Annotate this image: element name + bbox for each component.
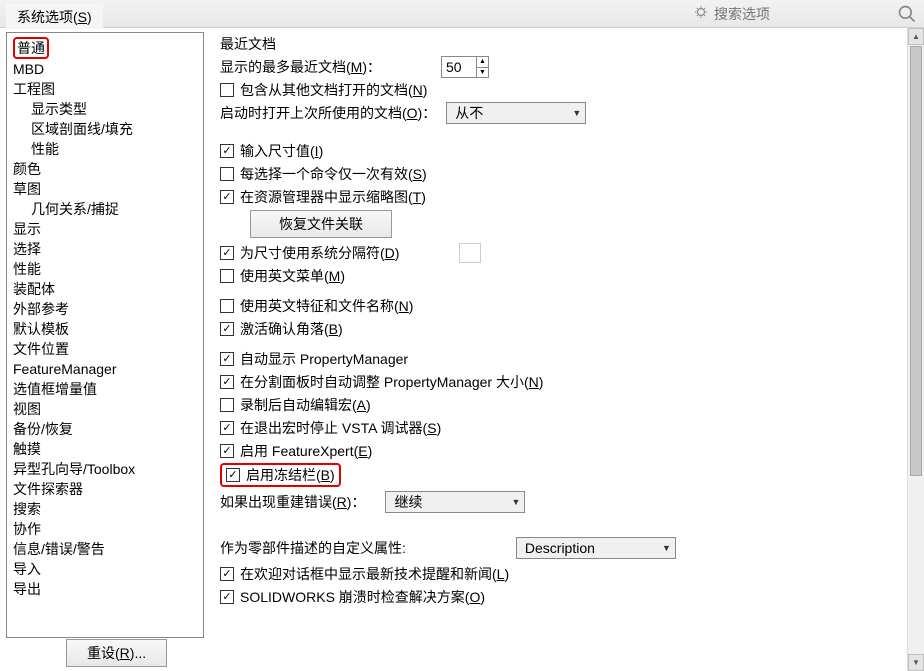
sidebar-item-16[interactable]: FeatureManager <box>9 359 201 379</box>
sidebar-item-2[interactable]: 工程图 <box>9 79 201 99</box>
search-wrap <box>694 3 918 25</box>
sidebar-item-23[interactable]: 搜索 <box>9 499 201 519</box>
sidebar-item-11[interactable]: 性能 <box>9 259 201 279</box>
custom-prop-select[interactable]: Description▼ <box>516 537 676 559</box>
search-input[interactable] <box>712 5 892 23</box>
sidebar-item-6[interactable]: 颜色 <box>9 159 201 179</box>
sidebar-item-3[interactable]: 显示类型 <box>9 99 201 119</box>
sidebar: 普通MBD工程图显示类型区域剖面线/填充性能颜色草图几何关系/捕捉显示选择性能装… <box>6 32 204 638</box>
scroll-up-icon[interactable]: ▲ <box>908 28 924 45</box>
sidebar-item-15[interactable]: 文件位置 <box>9 339 201 359</box>
sidebar-item-8[interactable]: 几何关系/捕捉 <box>9 199 201 219</box>
main-area: 普通MBD工程图显示类型区域剖面线/填充性能颜色草图几何关系/捕捉显示选择性能装… <box>0 28 924 638</box>
sidebar-item-22[interactable]: 文件探索器 <box>9 479 201 499</box>
cb-featurexpert[interactable] <box>220 444 234 458</box>
cb-confirm-corner[interactable] <box>220 322 234 336</box>
cb-auto-property-manager[interactable] <box>220 352 234 366</box>
cb-welcome-news[interactable] <box>220 567 234 581</box>
open-last-row: 启动时打开上次所使用的文档(O)： 从不▼ <box>220 102 914 124</box>
tab-system-options[interactable]: 系统选项(S) <box>6 4 103 29</box>
scroll-down-icon[interactable]: ▼ <box>908 654 924 671</box>
sidebar-item-10[interactable]: 选择 <box>9 239 201 259</box>
open-last-select[interactable]: 从不▼ <box>446 102 586 124</box>
cb-english-menu[interactable] <box>220 269 234 283</box>
chevron-down-icon: ▼ <box>512 497 521 507</box>
sidebar-item-0[interactable]: 普通 <box>9 37 201 59</box>
cb-stop-vsta[interactable] <box>220 421 234 435</box>
sidebar-item-24[interactable]: 协作 <box>9 519 201 539</box>
gear-search-icon <box>694 5 708 22</box>
top-bar: 系统选项(S) <box>0 0 924 28</box>
sidebar-item-12[interactable]: 装配体 <box>9 279 201 299</box>
cb-freeze-bar[interactable] <box>226 468 240 482</box>
sidebar-item-27[interactable]: 导出 <box>9 579 201 599</box>
vertical-scrollbar[interactable]: ▲ ▼ <box>907 28 924 671</box>
scroll-thumb[interactable] <box>910 46 922 476</box>
freeze-bar-highlight: 启用冻结栏(B) <box>220 463 341 487</box>
sidebar-item-5[interactable]: 性能 <box>9 139 201 159</box>
separator-preview <box>459 243 481 263</box>
rebuild-error-select[interactable]: 继续▼ <box>385 491 525 513</box>
open-last-label: 启动时打开上次所使用的文档(O)： <box>220 103 436 123</box>
rebuild-error-label: 如果出现重建错误(R)： <box>220 492 365 512</box>
chevron-down-icon: ▼ <box>572 108 581 118</box>
sidebar-item-1[interactable]: MBD <box>9 59 201 79</box>
spinner-down-icon[interactable]: ▼ <box>477 68 488 78</box>
max-recent-value[interactable] <box>442 57 476 77</box>
cb-english-features[interactable] <box>220 299 234 313</box>
sidebar-item-20[interactable]: 触摸 <box>9 439 201 459</box>
cb-auto-resize-pm[interactable] <box>220 375 234 389</box>
max-recent-row: 显示的最多最近文档(M)： ▲▼ <box>220 56 914 78</box>
recent-docs-title: 最近文档 <box>220 34 914 54</box>
sidebar-item-18[interactable]: 视图 <box>9 399 201 419</box>
reset-button[interactable]: 重设(R)... <box>66 639 167 667</box>
cb-input-dim[interactable] <box>220 144 234 158</box>
cb-show-thumbnails[interactable] <box>220 190 234 204</box>
sidebar-item-21[interactable]: 异型孔向导/Toolbox <box>9 459 201 479</box>
sidebar-item-4[interactable]: 区域剖面线/填充 <box>9 119 201 139</box>
custom-prop-label: 作为零部件描述的自定义属性: <box>220 538 406 558</box>
max-recent-spinner[interactable]: ▲▼ <box>441 56 489 78</box>
include-other-checkbox[interactable] <box>220 83 234 97</box>
cb-single-command[interactable] <box>220 167 234 181</box>
sidebar-item-13[interactable]: 外部参考 <box>9 299 201 319</box>
sidebar-item-17[interactable]: 选值框增量值 <box>9 379 201 399</box>
cb-system-separator[interactable] <box>220 246 234 260</box>
restore-file-assoc-button[interactable]: 恢复文件关联 <box>250 210 392 238</box>
spinner-up-icon[interactable]: ▲ <box>477 57 488 68</box>
sidebar-item-9[interactable]: 显示 <box>9 219 201 239</box>
content-panel: 最近文档 显示的最多最近文档(M)： ▲▼ 包含从其他文档打开的文档(N) 启动… <box>204 28 924 638</box>
sidebar-item-25[interactable]: 信息/错误/警告 <box>9 539 201 559</box>
cb-edit-macro[interactable] <box>220 398 234 412</box>
sidebar-item-7[interactable]: 草图 <box>9 179 201 199</box>
sidebar-item-14[interactable]: 默认模板 <box>9 319 201 339</box>
include-other-row: 包含从其他文档打开的文档(N) <box>220 79 914 101</box>
search-icon[interactable] <box>896 3 918 25</box>
include-other-label: 包含从其他文档打开的文档(N) <box>240 80 427 100</box>
sidebar-item-26[interactable]: 导入 <box>9 559 201 579</box>
chevron-down-icon: ▼ <box>662 543 671 553</box>
cb-sw-crash-check[interactable] <box>220 590 234 604</box>
sidebar-item-19[interactable]: 备份/恢复 <box>9 419 201 439</box>
max-recent-label: 显示的最多最近文档(M)： <box>220 57 381 77</box>
